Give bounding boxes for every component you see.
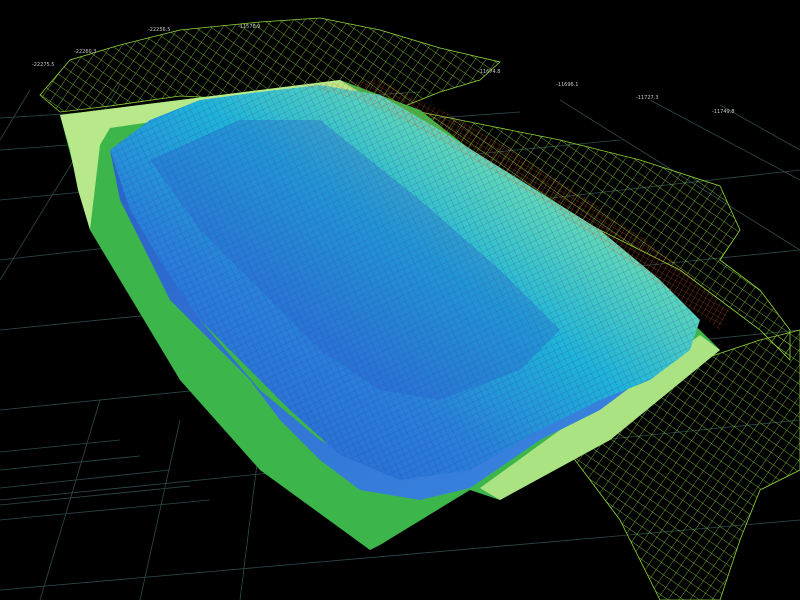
axis-tick-label: -22256.5 — [148, 27, 170, 33]
axis-tick-label: -11674.8 — [478, 69, 500, 75]
axis-tick-label: -11696.1 — [556, 82, 578, 88]
axis-tick-label: -22275.5 — [32, 62, 54, 68]
axis-tick-label: -11576.9 — [238, 24, 260, 30]
3d-terrain-viewport[interactable]: -22256.5 -22260.3 -22275.5 -11576.9 -116… — [0, 0, 800, 600]
axis-tick-label: -22260.3 — [74, 49, 96, 55]
axis-tick-label: -11749.8 — [712, 109, 734, 115]
axis-tick-label: -11727.3 — [636, 95, 658, 101]
terrain-scene: -22256.5 -22260.3 -22275.5 -11576.9 -116… — [0, 17, 800, 600]
